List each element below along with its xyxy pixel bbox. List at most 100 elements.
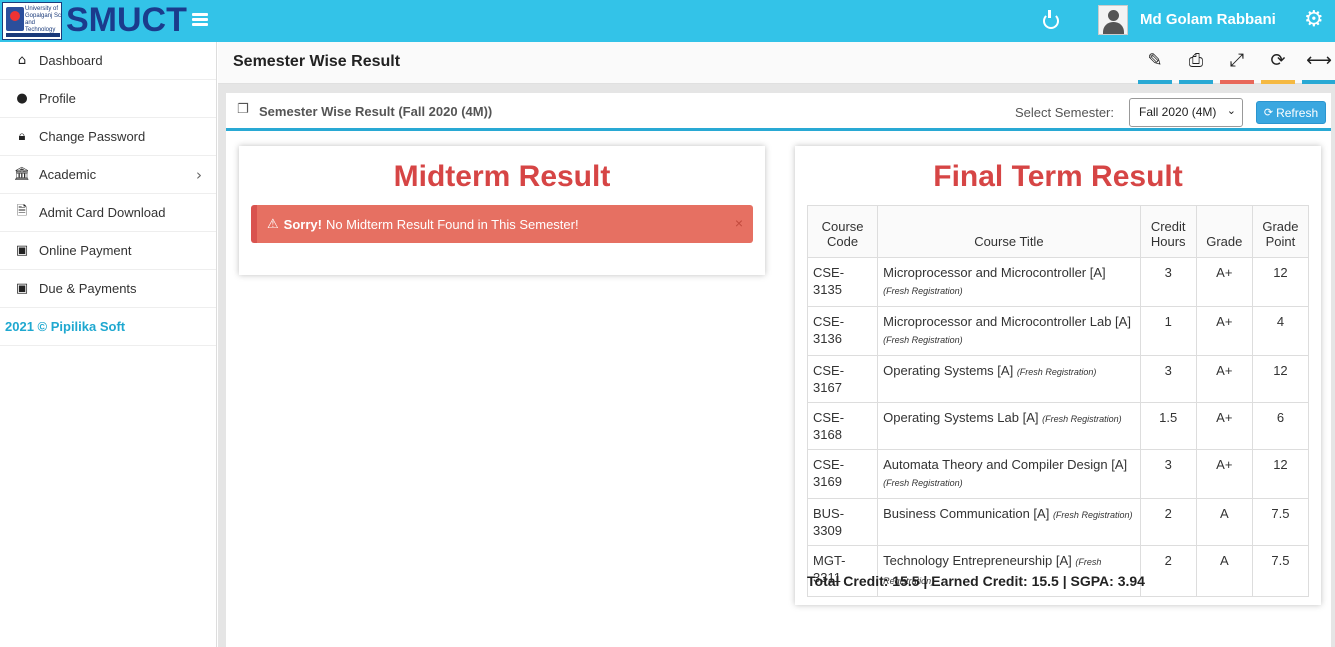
logo-footer-bar — [6, 33, 60, 37]
registration-type: (Fresh Registration) — [883, 478, 963, 488]
table-row: CSE-3169 Automata Theory and Compiler De… — [806, 449, 1310, 499]
gear-icon[interactable]: ⚙ — [1304, 9, 1324, 31]
sidebar-item-online-payment[interactable]: ▣ Online Payment — [0, 232, 216, 270]
sidebar-item-label: Due & Payments — [39, 281, 137, 296]
home-icon: ⌂ — [17, 53, 27, 68]
sidebar-item-profile[interactable]: ● Profile — [0, 80, 216, 118]
sidebar-item-change-password[interactable]: 🔒︎ Change Password — [0, 118, 216, 156]
course-code: CSE-3167 — [806, 355, 879, 403]
panel-header: ❐ Semester Wise Result (Fall 2020 (4M)) … — [226, 93, 1331, 131]
lock-icon: 🔒︎ — [18, 129, 26, 144]
course-title: Business Communication [A] — [883, 506, 1050, 521]
logout-icon[interactable] — [1043, 10, 1059, 29]
refresh-button[interactable]: ⟳ Refresh — [1256, 101, 1326, 124]
main-content: Semester Wise Result ✎ ⎙ ⤢ ⟳ ⟷ ❐ Semeste… — [218, 42, 1335, 647]
course-title-cell: Business Communication [A] (Fresh Regist… — [877, 498, 1141, 546]
toolbar-underline — [1261, 80, 1295, 84]
course-title: Operating Systems [A] — [883, 363, 1014, 378]
sidebar-item-label: Dashboard — [39, 53, 103, 68]
chevron-down-icon: ⌄ — [1226, 105, 1236, 117]
alert-text: No Midterm Result Found in This Semester… — [325, 216, 579, 232]
course-title-cell: Operating Systems [A] (Fresh Registratio… — [877, 355, 1141, 403]
sidebar-item-label: Academic — [39, 167, 97, 182]
user-name[interactable]: Md Golam Rabbani — [1140, 11, 1276, 28]
registration-type: (Fresh Registration) — [1042, 414, 1122, 424]
arrows-horizontal-icon: ⟷ — [1306, 50, 1332, 71]
course-code: CSE-3135 — [806, 257, 879, 307]
sidebar-item-admit-card[interactable]: 🗎 Admit Card Download — [0, 194, 216, 232]
fullscreen-button[interactable]: ⤢ — [1220, 50, 1254, 84]
grade: A — [1195, 498, 1253, 546]
credit-hours: 3 — [1139, 449, 1197, 499]
column-header: Course Title — [877, 205, 1141, 258]
result-summary: Total Credit: 15.5 | Earned Credit: 15.5… — [807, 573, 1145, 589]
page-title: Semester Wise Result — [233, 53, 401, 70]
table-row: BUS-3309 Business Communication [A] (Fre… — [806, 498, 1310, 546]
logo-text: University of Gopalganj Sci and Technology — [25, 6, 63, 33]
refresh-label: Refresh — [1276, 105, 1319, 120]
registration-type: (Fresh Registration) — [1052, 510, 1133, 520]
course-code: BUS-3309 — [806, 498, 879, 546]
grade: A+ — [1195, 402, 1253, 450]
document-icon: 🗎 — [16, 203, 28, 219]
semester-select[interactable]: Fall 2020 (4M) ⌄ — [1129, 98, 1243, 127]
credit-hours: 3 — [1139, 257, 1197, 307]
grade: A+ — [1195, 355, 1253, 403]
print-icon: ⎙ — [1188, 50, 1204, 71]
grade-point: 7.5 — [1251, 498, 1310, 546]
course-title: Microprocessor and Microcontroller [A] — [883, 265, 1106, 280]
width-toggle-button[interactable]: ⟷ — [1302, 50, 1335, 84]
university-logo[interactable]: University of Gopalganj Sci and Technology — [2, 2, 62, 40]
course-title: Technology Entrepreneurship [A] — [883, 553, 1072, 568]
grade-point: 12 — [1251, 449, 1310, 499]
panel-title: Semester Wise Result (Fall 2020 (4M)) — [259, 104, 493, 119]
course-title-cell: Microprocessor and Microcontroller Lab [… — [877, 306, 1141, 356]
sidebar-item-dashboard[interactable]: ⌂ Dashboard — [0, 42, 216, 80]
copyright-footer: 2021 © Pipilika Soft — [0, 308, 216, 346]
semester-select-value: Fall 2020 (4M) — [1139, 105, 1217, 119]
result-table: Course Code Course Title Credit Hours Gr… — [806, 205, 1310, 597]
grade: A+ — [1195, 449, 1253, 499]
result-panel: ❐ Semester Wise Result (Fall 2020 (4M)) … — [226, 93, 1331, 647]
sidebar-item-label: Online Payment — [39, 243, 132, 258]
column-header: Course Code — [806, 205, 879, 258]
chevron-right-icon: › — [196, 165, 202, 184]
grade: A — [1195, 545, 1253, 597]
brand-name[interactable]: SMUCT — [66, 1, 187, 40]
table-header-row: Course Code Course Title Credit Hours Gr… — [806, 205, 1310, 258]
reload-button[interactable]: ⟳ — [1261, 50, 1295, 84]
credit-hours: 1 — [1139, 306, 1197, 356]
grade-point: 12 — [1251, 257, 1310, 307]
edit-button[interactable]: ✎ — [1138, 50, 1172, 84]
page-header: Semester Wise Result ✎ ⎙ ⤢ ⟳ ⟷ — [218, 42, 1335, 84]
credit-hours: 3 — [1139, 355, 1197, 403]
no-result-alert: ⚠ Sorry! No Midterm Result Found in This… — [251, 205, 753, 243]
top-navbar: University of Gopalganj Sci and Technology… — [0, 0, 1335, 42]
money-icon: ▣ — [15, 243, 29, 258]
grade: A+ — [1195, 257, 1253, 307]
grade: A+ — [1195, 306, 1253, 356]
course-code: CSE-3136 — [806, 306, 879, 356]
registration-type: (Fresh Registration) — [883, 286, 963, 296]
expand-icon: ⤢ — [1229, 50, 1245, 71]
toolbar-underline — [1302, 80, 1335, 84]
copy-icon: ❐ — [237, 102, 249, 117]
final-term-title: Final Term Result — [933, 160, 1183, 193]
column-header: Grade Point — [1251, 205, 1310, 258]
course-code: CSE-3169 — [806, 449, 879, 499]
grade-point: 4 — [1251, 306, 1310, 356]
column-header: Credit Hours — [1139, 205, 1197, 258]
close-icon[interactable]: × — [735, 215, 743, 231]
credit-hours: 2 — [1139, 545, 1197, 597]
select-semester-label: Select Semester: — [1015, 105, 1114, 120]
print-button[interactable]: ⎙ — [1179, 50, 1213, 84]
sidebar-item-academic[interactable]: 🏛︎ Academic › — [0, 156, 216, 194]
grade-point: 7.5 — [1251, 545, 1310, 597]
menu-toggle-icon[interactable] — [192, 13, 208, 27]
course-title-cell: Operating Systems Lab [A] (Fresh Registr… — [877, 402, 1141, 450]
course-title: Microprocessor and Microcontroller Lab [… — [883, 314, 1131, 329]
sidebar-item-due-payments[interactable]: ▣ Due & Payments — [0, 270, 216, 308]
warning-icon: ⚠ — [267, 216, 279, 231]
avatar[interactable] — [1098, 5, 1128, 35]
money-icon: ▣ — [15, 281, 29, 296]
